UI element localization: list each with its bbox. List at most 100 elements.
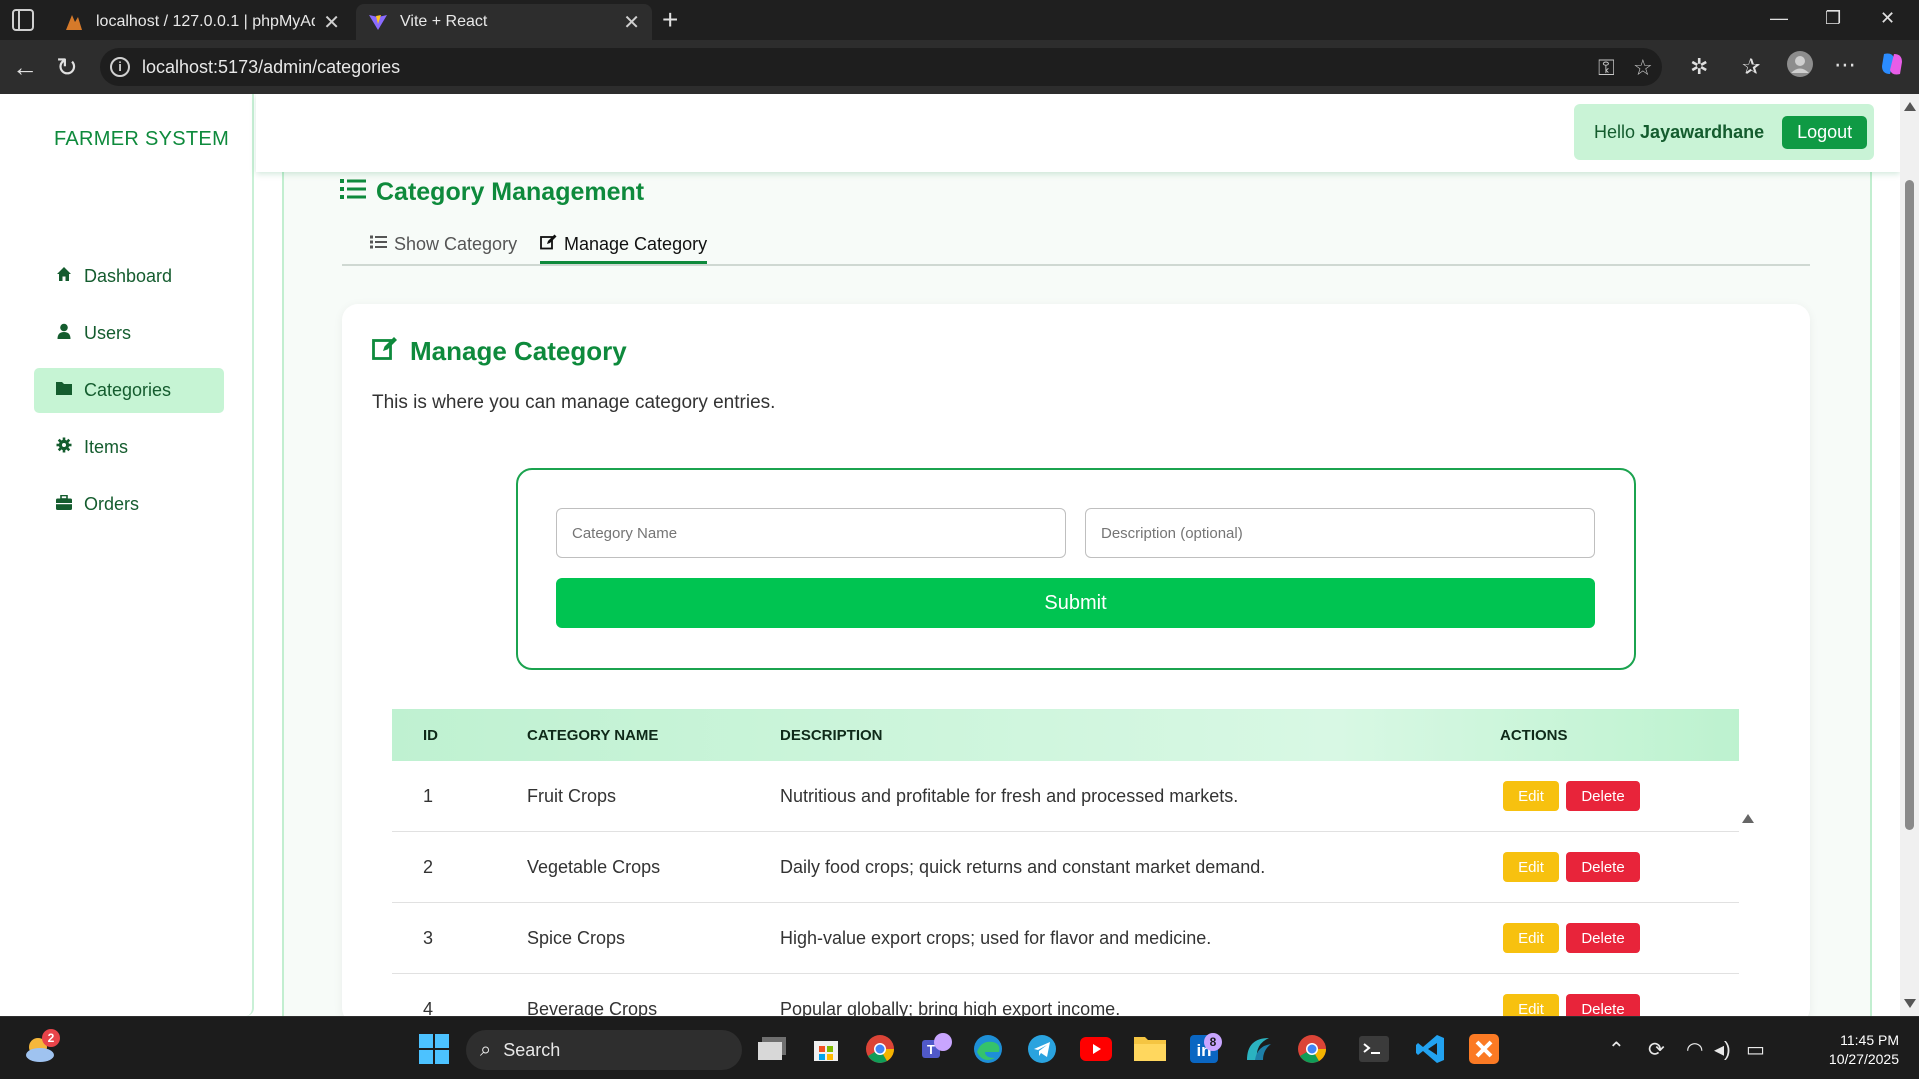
scroll-down-arrow[interactable] <box>1904 999 1916 1008</box>
tab-title: Vite + React <box>400 13 488 30</box>
sidebar-item-label: Categories <box>84 380 172 400</box>
close-tab-icon[interactable]: ✕ <box>323 10 340 35</box>
delete-button[interactable]: Delete <box>1566 923 1640 953</box>
address-bar[interactable]: i localhost:5173/admin/categories ⚿ ☆ <box>100 48 1662 86</box>
cell-description: High-value export crops; used for flavor… <box>780 928 1212 948</box>
weather-badge: 2 <box>42 1029 60 1047</box>
close-tab-icon[interactable]: ✕ <box>623 10 640 35</box>
cell-id: 4 <box>423 999 434 1016</box>
sidebar-item-label: Users <box>84 323 132 343</box>
cell-description: Popular globally; bring high export inco… <box>780 999 1121 1016</box>
gear-icon <box>54 437 74 458</box>
system-clock[interactable]: 11:45 PM 10/27/2025 <box>1829 1031 1899 1069</box>
new-tab-icon[interactable]: + <box>662 4 678 36</box>
more-options-icon[interactable]: ⋯ <box>1834 52 1856 78</box>
table-scroll-up-arrow[interactable] <box>1742 814 1754 823</box>
sidebar-item-label: Items <box>84 437 129 457</box>
chrome-profile-icon[interactable] <box>1292 1029 1332 1069</box>
tab-show-category[interactable]: Show Category <box>370 234 517 255</box>
cell-description: Nutritious and profitable for fresh and … <box>780 786 1239 806</box>
list-icon <box>340 178 366 207</box>
cell-id: 3 <box>423 928 434 948</box>
weather-icon[interactable]: 2 <box>20 1029 60 1069</box>
show-hidden-icons-icon[interactable]: ⌃ <box>1608 1037 1625 1062</box>
list-icon <box>370 235 387 254</box>
telegram-icon[interactable] <box>1022 1029 1062 1069</box>
edit-button[interactable]: Edit <box>1503 923 1559 953</box>
wifi-icon[interactable]: ◠ <box>1686 1037 1703 1062</box>
table-header-row: ID CATEGORY NAME DESCRIPTION ACTIONS <box>392 709 1739 761</box>
cell-description: Daily food crops; quick returns and cons… <box>780 857 1266 877</box>
tab-title: localhost / 127.0.0.1 | phpMyAdm <box>96 13 316 30</box>
submit-button[interactable]: Submit <box>556 578 1595 628</box>
browser-tab-vite[interactable]: Vite + React ✕ <box>356 4 652 40</box>
search-icon: ⌕ <box>480 1038 492 1061</box>
sync-icon[interactable]: ⟳ <box>1648 1037 1665 1062</box>
greeting-text: Hello Jayawardhane <box>1594 121 1765 142</box>
browser-toolbar: ← ↻ i localhost:5173/admin/categories ⚿ … <box>0 40 1919 94</box>
brand-logo-text[interactable]: FARMER SYSTEM <box>54 128 229 151</box>
sidebar-item-orders[interactable]: Orders <box>34 482 224 527</box>
edit-icon <box>540 234 557 255</box>
chrome-icon[interactable] <box>860 1029 900 1069</box>
vscode-icon[interactable] <box>1410 1029 1450 1069</box>
minimize-icon[interactable]: — <box>1770 8 1788 29</box>
terminal-icon[interactable] <box>1354 1029 1394 1069</box>
xampp-icon[interactable] <box>1464 1029 1504 1069</box>
password-key-icon[interactable]: ⚿ <box>1598 55 1615 81</box>
table-row: 4 Beverage Crops Popular globally; bring… <box>392 974 1739 1016</box>
edit-button[interactable]: Edit <box>1503 781 1559 811</box>
page-scrollbar[interactable] <box>1900 94 1919 1016</box>
task-view-icon[interactable] <box>752 1029 792 1069</box>
wave-app-icon[interactable] <box>1238 1029 1278 1069</box>
cell-id: 2 <box>423 857 434 877</box>
tab-actions-icon[interactable] <box>12 9 34 31</box>
windows-taskbar: 2 ⌕ Search T in 8 ⌃ ⟳ ◠ ◂) ▭ 11:45 PM 10/… <box>0 1016 1919 1079</box>
edit-button[interactable]: Edit <box>1503 852 1559 882</box>
logout-button[interactable]: Logout <box>1782 115 1868 149</box>
copilot-icon[interactable] <box>1878 50 1906 85</box>
scrollbar-thumb[interactable] <box>1905 180 1914 830</box>
edit-button[interactable]: Edit <box>1503 994 1559 1016</box>
restore-icon[interactable]: ❐ <box>1825 8 1841 29</box>
sidebar-item-categories[interactable]: Categories <box>34 368 224 413</box>
close-window-icon[interactable]: ✕ <box>1880 8 1895 29</box>
file-explorer-icon[interactable] <box>1130 1029 1170 1069</box>
category-name-input[interactable] <box>556 508 1066 558</box>
category-table: ID CATEGORY NAME DESCRIPTION ACTIONS 1 F… <box>392 709 1739 1016</box>
linkedin-icon[interactable]: in 8 <box>1184 1029 1224 1069</box>
favorite-star-icon[interactable]: ☆ <box>1633 55 1653 81</box>
start-icon[interactable] <box>414 1029 454 1069</box>
description-input[interactable] <box>1085 508 1595 558</box>
sidebar-item-items[interactable]: Items <box>34 425 224 470</box>
site-info-icon[interactable]: i <box>110 57 130 77</box>
username: Jayawardhane <box>1640 121 1765 142</box>
battery-icon[interactable]: ▭ <box>1746 1037 1765 1062</box>
back-icon[interactable]: ← <box>12 52 38 83</box>
column-header-description: DESCRIPTION <box>780 727 883 744</box>
delete-button[interactable]: Delete <box>1566 852 1640 882</box>
user-icon <box>54 323 74 344</box>
youtube-icon[interactable] <box>1076 1029 1116 1069</box>
teams-icon[interactable]: T <box>914 1029 954 1069</box>
browser-tab-phpmyadmin[interactable]: localhost / 127.0.0.1 | phpMyAdm ✕ <box>52 4 352 40</box>
microsoft-store-icon[interactable] <box>806 1029 846 1069</box>
clock-date: 10/27/2025 <box>1828 1051 1899 1067</box>
reload-icon[interactable]: ↻ <box>56 52 78 83</box>
tab-manage-category[interactable]: Manage Category <box>540 234 708 264</box>
sidebar-item-users[interactable]: Users <box>34 311 224 356</box>
sidebar-item-dashboard[interactable]: Dashboard <box>34 254 224 299</box>
section-description: This is where you can manage category en… <box>372 392 776 413</box>
volume-icon[interactable]: ◂) <box>1714 1037 1731 1062</box>
delete-button[interactable]: Delete <box>1566 781 1640 811</box>
scroll-up-arrow[interactable] <box>1904 102 1916 111</box>
profile-avatar-icon[interactable] <box>1786 50 1814 85</box>
favorites-icon[interactable]: ✰ <box>1742 54 1760 80</box>
teams-badge <box>934 1033 952 1051</box>
extensions-icon[interactable]: ✲ <box>1690 54 1708 80</box>
edge-icon[interactable] <box>968 1029 1008 1069</box>
edit-icon <box>372 336 398 367</box>
taskbar-search[interactable]: ⌕ Search <box>466 1030 742 1070</box>
delete-button[interactable]: Delete <box>1566 994 1640 1016</box>
browser-tab-strip: localhost / 127.0.0.1 | phpMyAdm ✕ Vite … <box>0 0 1919 40</box>
